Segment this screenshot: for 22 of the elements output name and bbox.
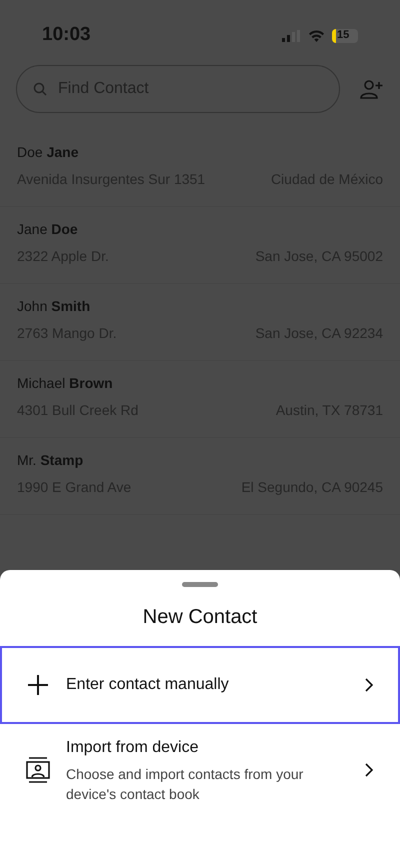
contact-name: Jane Doe <box>17 220 79 239</box>
option-label: Enter contact manually <box>66 675 230 695</box>
plus-icon <box>27 674 49 696</box>
battery-icon: 15 <box>332 28 358 42</box>
contact-name: John Smith <box>17 297 92 316</box>
option-row[interactable]: Enter contact manually <box>0 646 400 724</box>
contact-name: Doe Jane <box>17 143 80 162</box>
status-time: 10:03 <box>42 23 91 48</box>
contact-card-icon <box>26 757 50 783</box>
contact-name: Michael Brown <box>17 374 114 393</box>
drag-handle[interactable] <box>182 582 218 587</box>
chevron-right-icon <box>364 762 374 778</box>
search-icon <box>33 82 47 96</box>
option-description: Choose and import contacts from your device's contact book <box>66 765 304 804</box>
contact-name: Mr. Stamp <box>17 451 84 470</box>
add-person-icon[interactable] <box>360 79 384 99</box>
signal-icon <box>282 30 301 42</box>
sheet-title: New Contact <box>142 605 258 630</box>
chevron-right-icon <box>364 677 374 693</box>
wifi-icon <box>308 30 325 42</box>
option-row[interactable]: Import from device Choose and import contacts from your device's contact book <box>0 724 400 816</box>
option-label: Import from device <box>66 738 200 758</box>
